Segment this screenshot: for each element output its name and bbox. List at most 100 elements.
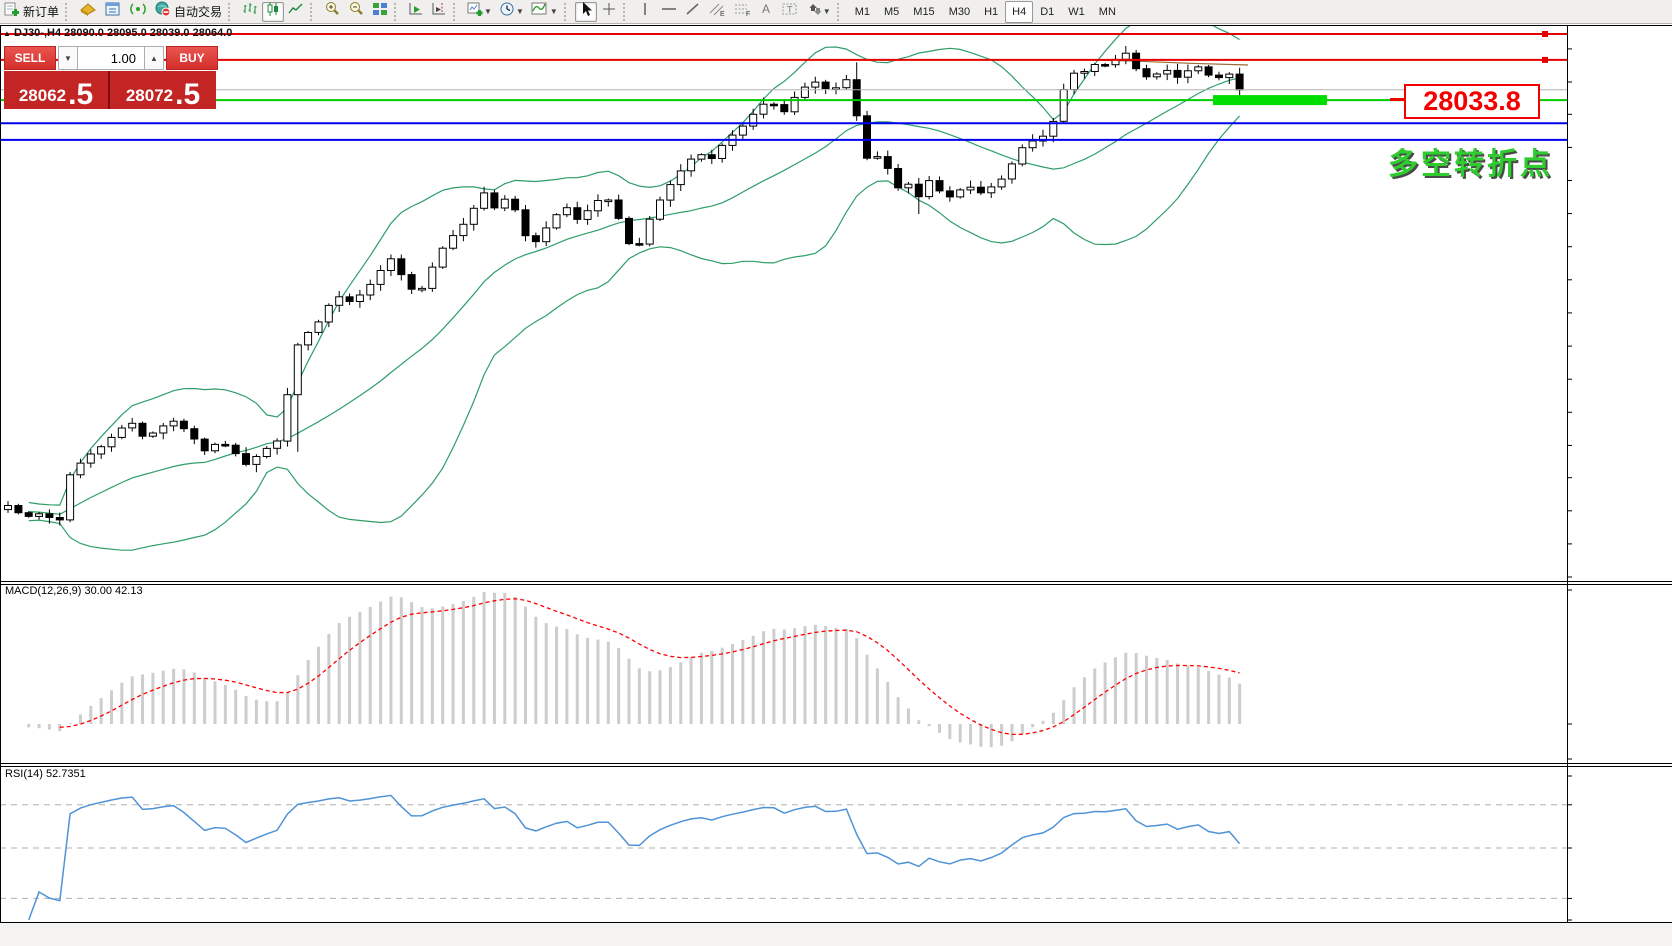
indicators-button[interactable]: ▼ bbox=[528, 2, 561, 22]
vertical-line-tool-button[interactable] bbox=[634, 2, 656, 22]
crosshair-icon bbox=[601, 1, 617, 22]
toolbar-grip[interactable] bbox=[65, 2, 72, 21]
periods-button[interactable]: ▼ bbox=[496, 2, 527, 22]
volume-input[interactable]: 1.00 bbox=[78, 46, 144, 70]
timeframe-button-MN[interactable]: MN bbox=[1092, 1, 1123, 23]
volume-decrease-button[interactable]: ▼ bbox=[58, 46, 78, 70]
data-window-button[interactable] bbox=[101, 2, 125, 22]
signals-button[interactable] bbox=[126, 2, 150, 22]
new-order-button[interactable]: 新订单 bbox=[1, 2, 62, 22]
timeframe-button-H4[interactable]: H4 bbox=[1005, 0, 1034, 23]
svg-text:F: F bbox=[746, 11, 750, 17]
buy-price-dec: .5 bbox=[175, 77, 201, 111]
turning-point-annotation[interactable]: 多空转折点 bbox=[1388, 139, 1553, 183]
timeframe-button-D1[interactable]: D1 bbox=[1033, 1, 1061, 23]
buy-price-int: 28072 bbox=[125, 86, 174, 105]
arrows-icon bbox=[806, 1, 822, 22]
text-label-tool-button[interactable]: T bbox=[778, 2, 802, 22]
sell-price-int: 28062 bbox=[18, 86, 67, 105]
trendline-tool-button[interactable] bbox=[682, 2, 704, 22]
price-annotation-box[interactable]: 28033.8 bbox=[1404, 84, 1540, 119]
timeframe-group: M1 M5 M15 M30 H1 H4 D1 W1 MN bbox=[848, 0, 1123, 23]
chevron-down-icon: ▼ bbox=[549, 7, 558, 16]
clock-icon bbox=[499, 1, 515, 22]
timeframe-button-M30[interactable]: M30 bbox=[942, 1, 977, 23]
autotrading-label: 自动交易 bbox=[174, 5, 223, 19]
cursor-icon bbox=[579, 1, 593, 22]
timeframe-button-M5[interactable]: M5 bbox=[877, 1, 906, 23]
main-toolbar: 新订单 自动交易 ▼ ▼ ▼ E F A T ▼ M1 M5 M15 M30 H… bbox=[0, 0, 1672, 24]
equidistant-channel-button[interactable]: E bbox=[705, 2, 729, 22]
timeframe-button-M15[interactable]: M15 bbox=[906, 1, 941, 23]
time-axis-bar[interactable] bbox=[0, 923, 1672, 946]
chart-symbol-period: DJ30-,H4 bbox=[14, 27, 62, 39]
fibonacci-tool-button[interactable]: F bbox=[730, 2, 754, 22]
toolbar-grip[interactable] bbox=[563, 2, 571, 21]
svg-text:A: A bbox=[762, 2, 770, 16]
toolbar-grip[interactable] bbox=[394, 2, 401, 21]
new-order-label: 新订单 bbox=[23, 5, 60, 19]
line-chart-icon bbox=[288, 1, 304, 22]
line-chart-mode-button[interactable] bbox=[285, 2, 307, 22]
new-order-icon bbox=[4, 1, 20, 22]
chart-shift-icon bbox=[431, 1, 447, 22]
toolbar-grip[interactable] bbox=[622, 2, 630, 21]
indicators-icon bbox=[531, 1, 549, 22]
chart-ohlc-values: 28090.0 28095.0 28039.0 28064.0 bbox=[64, 27, 233, 39]
horizontal-line-icon bbox=[660, 1, 678, 22]
toolbar-grip[interactable] bbox=[453, 2, 460, 21]
sell-button[interactable]: SELL bbox=[4, 46, 56, 70]
fibonacci-icon: F bbox=[733, 1, 751, 22]
new-chart-button[interactable]: ▼ bbox=[464, 2, 495, 22]
svg-text:E: E bbox=[720, 11, 725, 17]
chevron-down-icon: ▼ bbox=[515, 7, 524, 16]
vertical-line-icon bbox=[638, 1, 652, 22]
zoom-out-button[interactable] bbox=[345, 2, 368, 22]
crosshair-button[interactable] bbox=[598, 2, 620, 22]
arrows-tool-button[interactable]: ▼ bbox=[803, 2, 834, 22]
mt4-terminal-window: 新订单 自动交易 ▼ ▼ ▼ E F A T ▼ M1 M5 M15 M30 H… bbox=[0, 0, 1672, 946]
bar-chart-icon bbox=[242, 1, 258, 22]
zoom-in-button[interactable] bbox=[321, 2, 344, 22]
autotrading-button[interactable]: 自动交易 bbox=[151, 1, 225, 22]
candlestick-mode-button[interactable] bbox=[262, 1, 285, 22]
line-endpoint-marker[interactable] bbox=[1542, 56, 1548, 63]
bar-chart-mode-button[interactable] bbox=[239, 2, 261, 22]
market-watch-icon bbox=[79, 1, 97, 22]
sell-price-dec: .5 bbox=[68, 77, 94, 111]
toolbar-grip[interactable] bbox=[310, 2, 317, 21]
tile-windows-button[interactable] bbox=[369, 2, 391, 22]
collapse-marker-icon[interactable]: ▲ bbox=[3, 29, 11, 38]
svg-text:T: T bbox=[787, 5, 793, 15]
timeframe-button-M1[interactable]: M1 bbox=[848, 1, 877, 23]
one-click-trading-panel: SELL ▼ 1.00 ▲ BUY 28062 .5 28072 .5 bbox=[4, 46, 218, 109]
data-window-icon bbox=[104, 1, 122, 22]
trendline-icon bbox=[685, 1, 701, 22]
zoom-out-icon bbox=[348, 1, 365, 22]
timeframe-button-W1[interactable]: W1 bbox=[1061, 1, 1092, 23]
toolbar-grip[interactable] bbox=[228, 2, 235, 21]
auto-scroll-button[interactable] bbox=[405, 2, 427, 22]
autotrading-icon bbox=[154, 1, 171, 22]
market-watch-button[interactable] bbox=[76, 2, 100, 22]
buy-button[interactable]: BUY bbox=[166, 46, 218, 70]
buy-price-display[interactable]: 28072 .5 bbox=[110, 71, 216, 109]
signals-icon bbox=[129, 1, 147, 22]
support-zone-highlight[interactable] bbox=[1213, 95, 1327, 106]
new-chart-icon bbox=[467, 1, 483, 22]
price-annotation-connector bbox=[1390, 98, 1404, 101]
timeframe-button-H1[interactable]: H1 bbox=[977, 1, 1005, 23]
chart-shift-button[interactable] bbox=[428, 2, 450, 22]
tile-windows-icon bbox=[372, 1, 388, 22]
cursor-button[interactable] bbox=[574, 1, 597, 22]
sell-price-display[interactable]: 28062 .5 bbox=[4, 71, 110, 109]
auto-scroll-icon bbox=[408, 1, 424, 22]
line-endpoint-marker[interactable] bbox=[1542, 31, 1548, 37]
rsi-indicator-label: RSI(14) 52.7351 bbox=[5, 768, 86, 780]
volume-increase-button[interactable]: ▲ bbox=[144, 46, 164, 70]
toolbar-grip[interactable] bbox=[836, 2, 844, 21]
macd-indicator-label: MACD(12,26,9) 30.00 42.13 bbox=[5, 585, 143, 597]
chevron-down-icon: ▼ bbox=[484, 7, 492, 16]
text-tool-button[interactable]: A bbox=[755, 2, 777, 22]
horizontal-line-tool-button[interactable] bbox=[657, 2, 681, 22]
